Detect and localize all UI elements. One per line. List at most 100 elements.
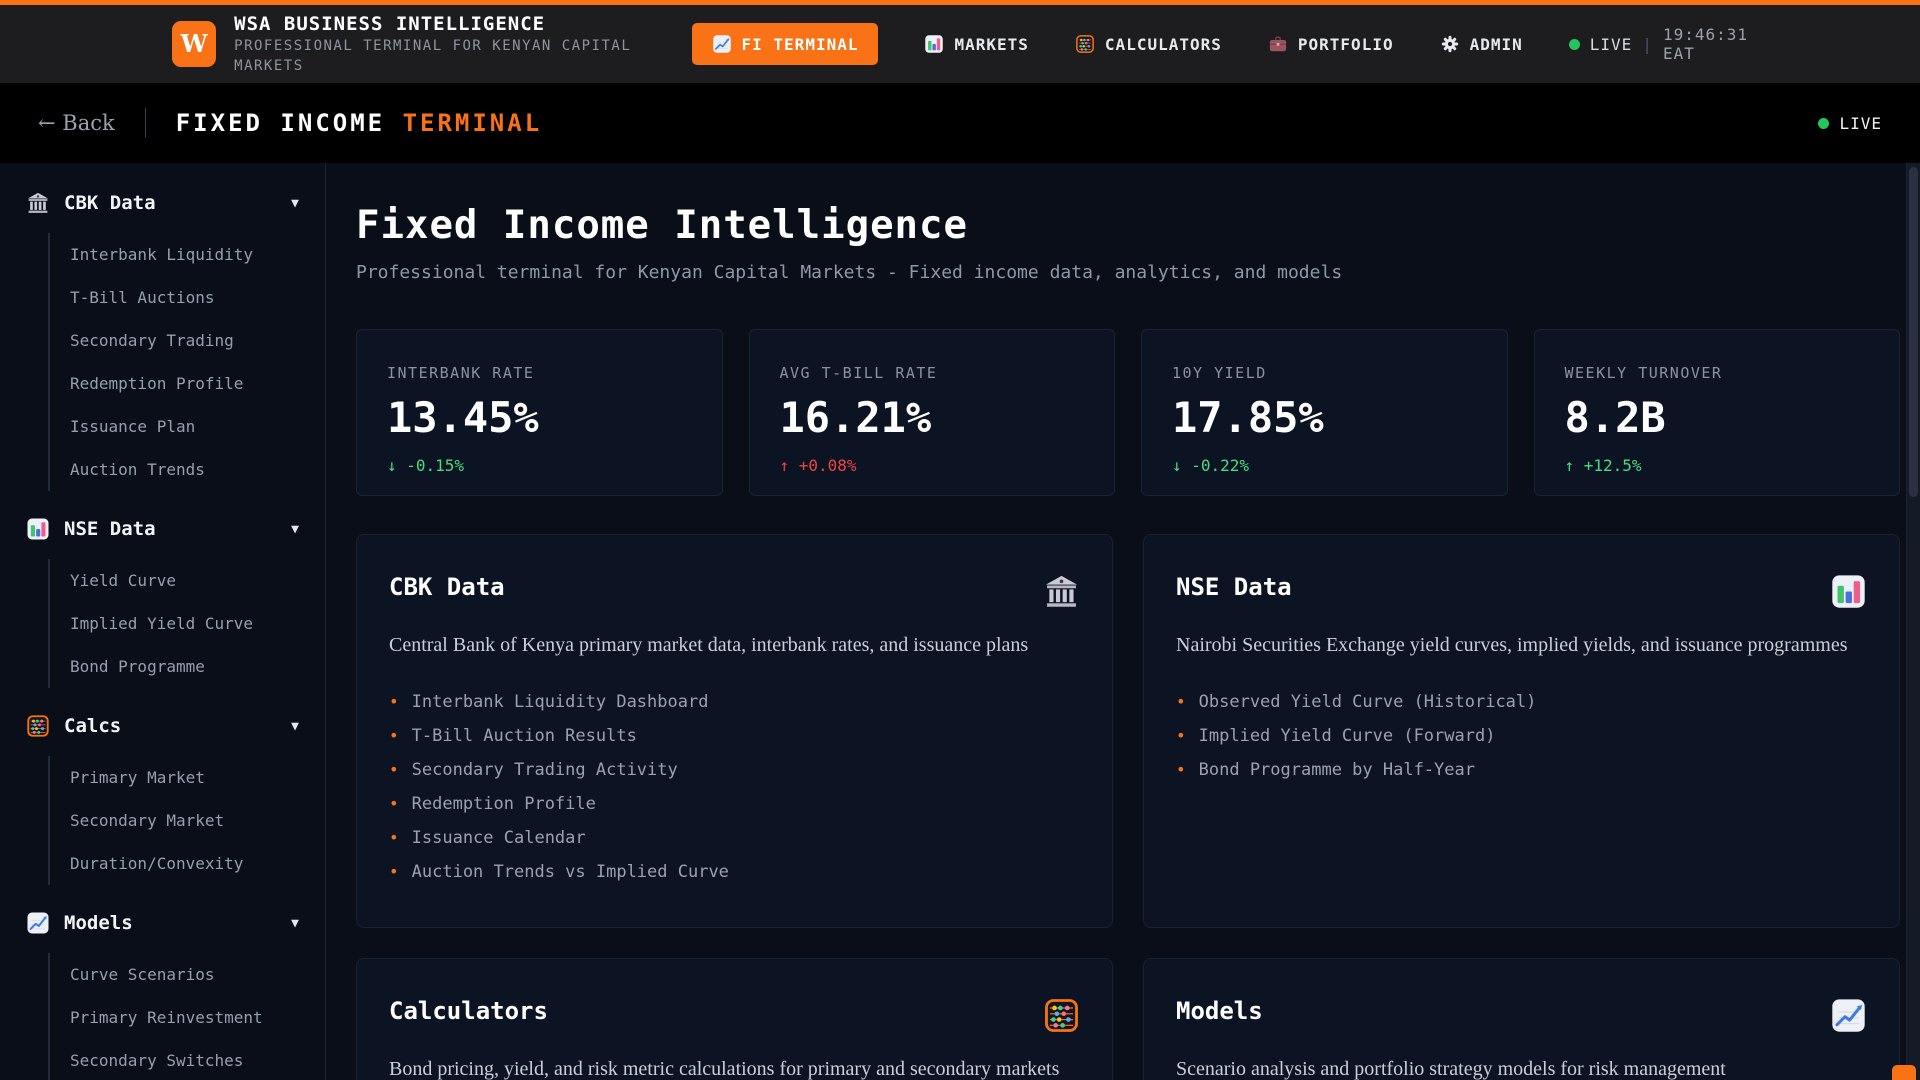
sidebar-item-primary-reinvestment[interactable]: Primary Reinvestment bbox=[50, 996, 325, 1039]
bank-icon bbox=[26, 191, 50, 215]
section-card-item-label: Interbank Liquidity Dashboard bbox=[412, 692, 709, 712]
chevron-down-icon: ▼ bbox=[291, 719, 299, 734]
bullet-icon: • bbox=[389, 726, 399, 745]
sidebar-item-curve-scenarios[interactable]: Curve Scenarios bbox=[50, 953, 325, 996]
nav-item-label: PORTFOLIO bbox=[1298, 35, 1394, 54]
sidebar-section-cbk-data[interactable]: CBK Data ▼ bbox=[0, 175, 325, 231]
subheader-divider bbox=[145, 108, 146, 138]
terminal-title-accent: TERMINAL bbox=[403, 109, 543, 137]
stat-delta: ↑ +12.5% bbox=[1565, 456, 1870, 475]
sidebar-section-items: Interbank LiquidityT-Bill AuctionsSecond… bbox=[48, 233, 325, 491]
nav-item-label: ADMIN bbox=[1470, 35, 1523, 54]
scrollbar-thumb[interactable] bbox=[1909, 167, 1918, 497]
sidebar-item-issuance-plan[interactable]: Issuance Plan bbox=[50, 405, 325, 448]
section-card-item-label: T-Bill Auction Results bbox=[412, 726, 637, 746]
sidebar-item-auction-trends[interactable]: Auction Trends bbox=[50, 448, 325, 491]
section-card-nse-data[interactable]: NSE Data Nairobi Securities Exchange yie… bbox=[1143, 534, 1900, 928]
sidebar-section-items: Yield CurveImplied Yield CurveBond Progr… bbox=[48, 559, 325, 688]
sidebar-section-nse-data[interactable]: NSE Data ▼ bbox=[0, 501, 325, 557]
section-card-item-label: Issuance Calendar bbox=[412, 828, 586, 848]
abacus-icon bbox=[1075, 34, 1095, 54]
app-subtitle: PROFESSIONAL TERMINAL FOR KENYAN CAPITAL… bbox=[234, 37, 691, 76]
section-card-description: Scenario analysis and portfolio strategy… bbox=[1176, 1058, 1867, 1080]
live-separator: | bbox=[1642, 35, 1653, 54]
corner-badge[interactable] bbox=[1892, 1065, 1916, 1080]
brand-block: W WSA BUSINESS INTELLIGENCE PROFESSIONAL… bbox=[172, 12, 692, 77]
sidebar-section-items: Curve ScenariosPrimary ReinvestmentSecon… bbox=[48, 953, 325, 1080]
sidebar-item-yield-curve[interactable]: Yield Curve bbox=[50, 559, 325, 602]
section-card-calculators[interactable]: Calculators Bond pricing, yield, and ris… bbox=[356, 958, 1113, 1080]
sidebar-item-interbank-liquidity[interactable]: Interbank Liquidity bbox=[50, 233, 325, 276]
section-card-items: •Interbank Liquidity Dashboard•T-Bill Au… bbox=[389, 685, 1080, 889]
stat-delta: ↑ +0.08% bbox=[780, 456, 1085, 475]
section-card-title: NSE Data bbox=[1176, 573, 1292, 601]
section-card-item: •Observed Yield Curve (Historical) bbox=[1176, 685, 1867, 719]
chevron-down-icon: ▼ bbox=[291, 196, 299, 211]
sidebar-item-secondary-switches[interactable]: Secondary Switches bbox=[50, 1039, 325, 1080]
nav-item-label: CALCULATORS bbox=[1105, 35, 1222, 54]
nav-item-markets[interactable]: MARKETS bbox=[924, 34, 1028, 54]
bullet-icon: • bbox=[1176, 760, 1186, 779]
sidebar-item-bond-programme[interactable]: Bond Programme bbox=[50, 645, 325, 688]
sidebar-section-items: Primary MarketSecondary MarketDuration/C… bbox=[48, 756, 325, 885]
chevron-down-icon: ▼ bbox=[291, 522, 299, 537]
section-card-item-label: Auction Trends vs Implied Curve bbox=[412, 862, 729, 882]
stat-card-avg-t-bill-rate: AVG T-BILL RATE 16.21% ↑ +0.08% bbox=[749, 329, 1116, 496]
section-card-models[interactable]: Models Scenario analysis and portfolio s… bbox=[1143, 958, 1900, 1080]
sidebar-section-label: Models bbox=[64, 912, 291, 934]
abacus-icon bbox=[26, 714, 50, 738]
bank-icon bbox=[1043, 573, 1080, 610]
bullet-icon: • bbox=[389, 794, 399, 813]
live-dot-icon bbox=[1818, 118, 1829, 129]
section-card-items: •Observed Yield Curve (Historical) • Impli… bbox=[1176, 685, 1867, 787]
bar-chart-icon bbox=[26, 517, 50, 541]
sidebar-item-secondary-market[interactable]: Secondary Market bbox=[50, 799, 325, 842]
sidebar-section: Models ▼ Curve ScenariosPrimary Reinvest… bbox=[0, 895, 325, 1080]
sidebar-item-implied-yield-curve[interactable]: Implied Yield Curve bbox=[50, 602, 325, 645]
terminal-title: FIXED INCOME TERMINAL bbox=[176, 109, 542, 137]
stat-card-weekly-turnover: WEEKLY TURNOVER 8.2B ↑ +12.5% bbox=[1534, 329, 1901, 496]
bullet-icon: • bbox=[389, 862, 399, 881]
stat-card-interbank-rate: INTERBANK RATE 13.45% ↓ -0.15% bbox=[356, 329, 723, 496]
section-card-item: •Issuance Calendar bbox=[389, 821, 1080, 855]
sidebar-item-secondary-trading[interactable]: Secondary Trading bbox=[50, 319, 325, 362]
sidebar-item-primary-market[interactable]: Primary Market bbox=[50, 756, 325, 799]
stat-delta: ↓ -0.22% bbox=[1172, 456, 1477, 475]
sidebar-section-calcs[interactable]: Calcs ▼ bbox=[0, 698, 325, 754]
stat-value: 8.2B bbox=[1565, 397, 1870, 439]
stat-value: 17.85% bbox=[1172, 397, 1477, 439]
briefcase-icon bbox=[1268, 34, 1288, 54]
sidebar-section-label: Calcs bbox=[64, 715, 291, 737]
section-card-item: •Interbank Liquidity Dashboard bbox=[389, 685, 1080, 719]
section-card-item-label: Observed Yield Curve (Historical) bbox=[1199, 692, 1537, 712]
section-card-item-label: Secondary Trading Activity bbox=[412, 760, 678, 780]
section-card-item: • Secondary Trading Activity bbox=[389, 753, 1080, 787]
stat-value: 13.45% bbox=[387, 397, 692, 439]
sidebar-item-duration-convexity[interactable]: Duration/Convexity bbox=[50, 842, 325, 885]
section-card-cbk-data[interactable]: CBK Data Central Bank of Kenya primary m… bbox=[356, 534, 1113, 928]
nav-item-fi-terminal[interactable]: FI TERMINAL bbox=[692, 23, 879, 65]
stat-label: WEEKLY TURNOVER bbox=[1565, 364, 1870, 382]
sidebar-section-models[interactable]: Models ▼ bbox=[0, 895, 325, 951]
chart-increasing-icon bbox=[712, 34, 732, 54]
subheader-live: LIVE bbox=[1818, 114, 1882, 133]
nav-item-calculators[interactable]: CALCULATORS bbox=[1075, 34, 1222, 54]
nav-item-portfolio[interactable]: PORTFOLIO bbox=[1268, 34, 1394, 54]
terminal-subheader: ← Back FIXED INCOME TERMINAL LIVE bbox=[0, 83, 1920, 163]
bar-chart-icon bbox=[924, 34, 944, 54]
scrollbar-track[interactable] bbox=[1906, 163, 1920, 1080]
app-logo: W bbox=[172, 21, 216, 67]
main-nav: FI TERMINAL MARKETS CALCULATORS PORTFOLI… bbox=[692, 23, 1748, 65]
section-card-description: Central Bank of Kenya primary market dat… bbox=[389, 634, 1080, 657]
live-dot-icon bbox=[1569, 39, 1580, 50]
section-card-item: •Bond Programme by Half-Year bbox=[1176, 753, 1867, 787]
live-label: LIVE bbox=[1590, 35, 1633, 54]
bullet-icon: • bbox=[389, 760, 399, 779]
back-button[interactable]: ← Back bbox=[38, 111, 115, 135]
section-card-title: Models bbox=[1176, 997, 1263, 1025]
sidebar-item-t-bill-auctions[interactable]: T-Bill Auctions bbox=[50, 276, 325, 319]
section-card-item-label: Implied Yield Curve (Forward) bbox=[1199, 726, 1496, 746]
sidebar-section: Calcs ▼ Primary MarketSecondary MarketDu… bbox=[0, 698, 325, 885]
nav-item-admin[interactable]: ADMIN bbox=[1440, 34, 1523, 54]
sidebar-item-redemption-profile[interactable]: Redemption Profile bbox=[50, 362, 325, 405]
